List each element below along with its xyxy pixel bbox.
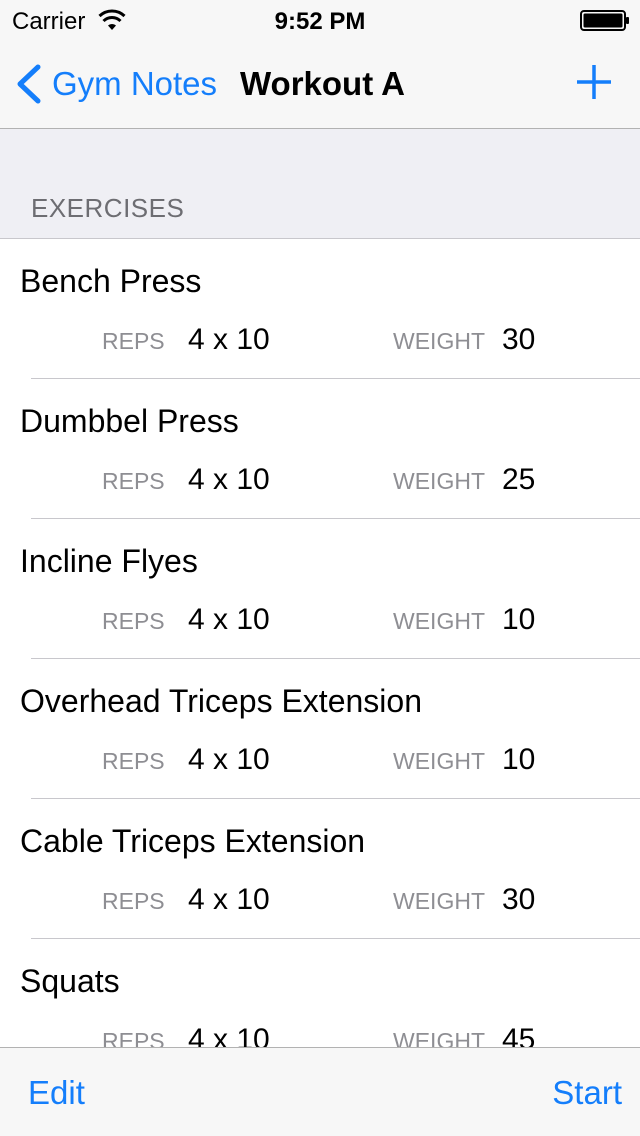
weight-value: 45	[502, 1023, 536, 1048]
section-header-exercises: EXERCISES	[31, 193, 185, 223]
back-button-label: Gym Notes	[52, 65, 218, 102]
start-button[interactable]: Start	[552, 1074, 622, 1112]
weight-label: WEIGHT	[393, 608, 485, 634]
back-button[interactable]: Gym Notes	[14, 60, 217, 108]
weight-value: 25	[502, 463, 536, 496]
exercise-row[interactable]: Dumbbel Press REPS 4 x 10 WEIGHT 25	[0, 379, 640, 519]
exercise-row[interactable]: Overhead Triceps Extension REPS 4 x 10 W…	[0, 659, 640, 799]
exercise-name: Squats	[20, 963, 120, 999]
page-title: Workout A	[240, 65, 405, 102]
reps-label: REPS	[102, 748, 165, 774]
reps-value: 4 x 10	[188, 1023, 270, 1048]
exercise-name: Incline Flyes	[20, 543, 198, 579]
status-bar: Carrier 9:52 PM	[0, 0, 640, 40]
reps-label: REPS	[102, 888, 165, 914]
exercise-row[interactable]: Incline Flyes REPS 4 x 10 WEIGHT 10	[0, 519, 640, 659]
reps-value: 4 x 10	[188, 883, 270, 916]
reps-value: 4 x 10	[188, 743, 270, 776]
reps-label: REPS	[102, 328, 165, 354]
weight-label: WEIGHT	[393, 748, 485, 774]
weight-value: 30	[502, 323, 536, 356]
exercise-name: Dumbbel Press	[20, 403, 239, 439]
bottom-toolbar: Edit Start	[0, 1047, 640, 1136]
battery-icon	[580, 10, 629, 31]
screen: Carrier 9:52 PM Gym Notes Workout A EXER…	[0, 0, 640, 1136]
weight-label: WEIGHT	[393, 1028, 485, 1048]
plus-icon[interactable]	[574, 62, 614, 102]
reps-label: REPS	[102, 1028, 165, 1048]
exercise-row[interactable]: Cable Triceps Extension REPS 4 x 10 WEIG…	[0, 799, 640, 939]
weight-label: WEIGHT	[393, 328, 485, 354]
exercise-name: Overhead Triceps Extension	[20, 683, 422, 719]
weight-value: 10	[502, 603, 536, 636]
exercise-name: Cable Triceps Extension	[20, 823, 366, 859]
weight-label: WEIGHT	[393, 468, 485, 494]
reps-value: 4 x 10	[188, 603, 270, 636]
navigation-bar: Gym Notes Workout A	[0, 40, 640, 129]
exercise-list: Bench Press REPS 4 x 10 WEIGHT 30 Dumbbe…	[0, 238, 640, 1048]
reps-label: REPS	[102, 608, 165, 634]
weight-label: WEIGHT	[393, 888, 485, 914]
status-time: 9:52 PM	[274, 8, 366, 35]
edit-button[interactable]: Edit	[28, 1074, 85, 1112]
chevron-left-icon	[17, 64, 41, 104]
reps-value: 4 x 10	[188, 463, 270, 496]
exercise-row[interactable]: Squats REPS 4 x 10 WEIGHT 45	[0, 939, 640, 1048]
exercise-name: Bench Press	[20, 263, 202, 299]
weight-value: 10	[502, 743, 536, 776]
weight-value: 30	[502, 883, 536, 916]
reps-value: 4 x 10	[188, 323, 270, 356]
exercise-row[interactable]: Bench Press REPS 4 x 10 WEIGHT 30	[0, 239, 640, 379]
reps-label: REPS	[102, 468, 165, 494]
